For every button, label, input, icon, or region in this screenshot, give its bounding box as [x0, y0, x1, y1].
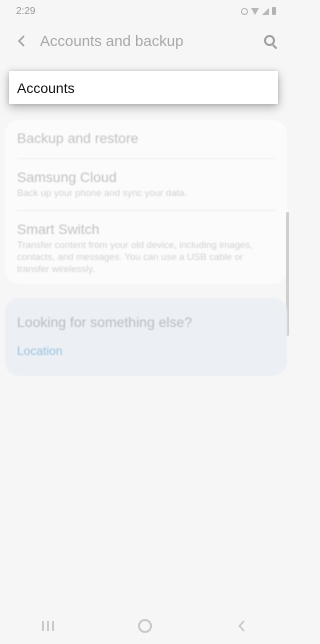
smart-switch-subtitle: Transfer content from your old device, i…: [17, 240, 253, 275]
backup-and-restore-item[interactable]: Backup and restore: [17, 130, 275, 146]
divider: [17, 158, 275, 159]
backup-and-restore-title: Backup and restore: [17, 130, 139, 146]
status-time: 2:29: [16, 5, 36, 17]
home-icon[interactable]: [138, 619, 152, 633]
help-card: Looking for something else? Location: [5, 298, 287, 376]
samsung-cloud-title: Samsung Cloud: [17, 169, 117, 185]
samsung-cloud-subtitle: Back up your phone and sync your data.: [17, 188, 188, 199]
signal-icon: [262, 7, 269, 15]
location-link[interactable]: Location: [17, 344, 62, 358]
status-icons: [241, 7, 276, 15]
divider: [17, 210, 275, 211]
recent-apps-icon[interactable]: [42, 621, 54, 631]
smart-switch-title: Smart Switch: [17, 221, 100, 237]
wifi-icon: [251, 7, 259, 15]
back-arrow-icon[interactable]: [14, 33, 30, 49]
status-bar: 2:29: [0, 0, 290, 22]
page-title: Accounts and backup: [40, 32, 184, 50]
nav-back-icon[interactable]: [236, 620, 248, 632]
battery-icon: [272, 7, 276, 15]
smart-switch-item[interactable]: Smart Switch Transfer content from your …: [17, 221, 275, 276]
accounts-label: Accounts: [17, 79, 75, 96]
help-title: Looking for something else?: [17, 314, 193, 330]
mute-icon: [241, 7, 248, 15]
navigation-bar: [0, 608, 290, 644]
search-icon[interactable]: [262, 33, 278, 49]
samsung-cloud-item[interactable]: Samsung Cloud Back up your phone and syn…: [17, 169, 275, 200]
backup-group-card: Backup and restore Samsung Cloud Back up…: [5, 120, 287, 284]
accounts-item[interactable]: Accounts: [9, 71, 278, 104]
app-header: Accounts and backup: [0, 26, 290, 56]
